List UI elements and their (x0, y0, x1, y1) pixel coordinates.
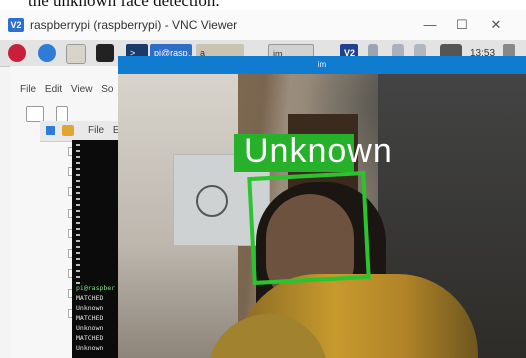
maximize-button[interactable]: ☐ (452, 16, 472, 34)
terminal-prompt: pi@raspber (76, 284, 116, 292)
terminal-line: Unknown (76, 304, 104, 312)
terminal-line: MATCHED (76, 314, 104, 322)
menu-so[interactable]: So (101, 84, 113, 95)
terminal-scroll-output (76, 144, 80, 284)
folder-icon[interactable] (66, 44, 86, 64)
menu-file[interactable]: File (20, 84, 36, 95)
terminal-icon[interactable] (96, 44, 114, 62)
minimize-button[interactable]: — (420, 16, 440, 34)
terminal-line: Unknown (76, 344, 104, 352)
terminal-line: MATCHED (76, 334, 104, 342)
terminal-line: Unknown (76, 324, 104, 332)
menu-view[interactable]: View (71, 84, 93, 95)
tree-toggle-icon[interactable] (56, 106, 68, 122)
menu-edit[interactable]: Edit (45, 84, 62, 95)
new-window-icon[interactable] (26, 106, 44, 122)
close-button[interactable]: ✕ (486, 16, 506, 34)
home-icon[interactable] (46, 126, 55, 135)
vnc-logo-icon: V2 (8, 18, 24, 32)
caption: the unknown face detection. (0, 0, 526, 10)
globe-icon[interactable] (38, 44, 56, 62)
camera-window: im Unknown (118, 56, 526, 358)
camera-window-title[interactable]: im (118, 56, 526, 74)
face-bounding-box (247, 170, 371, 286)
file-manager-menu: File Edit View So (20, 84, 119, 95)
raspberry-icon[interactable] (8, 44, 26, 62)
folder-icon[interactable] (62, 125, 74, 136)
caption-text: the unknown face detection. (28, 0, 220, 10)
detection-label: Unknown (244, 132, 393, 170)
vnc-window-title: raspberrypi (raspberrypi) - VNC Viewer (30, 18, 238, 32)
poster-logo (196, 185, 228, 217)
vnc-titlebar: V2 raspberrypi (raspberrypi) - VNC Viewe… (0, 10, 526, 41)
camera-feed: Unknown (118, 74, 526, 358)
terminal-line: MATCHED (76, 294, 104, 302)
inner-menu-file[interactable]: File (88, 125, 104, 136)
